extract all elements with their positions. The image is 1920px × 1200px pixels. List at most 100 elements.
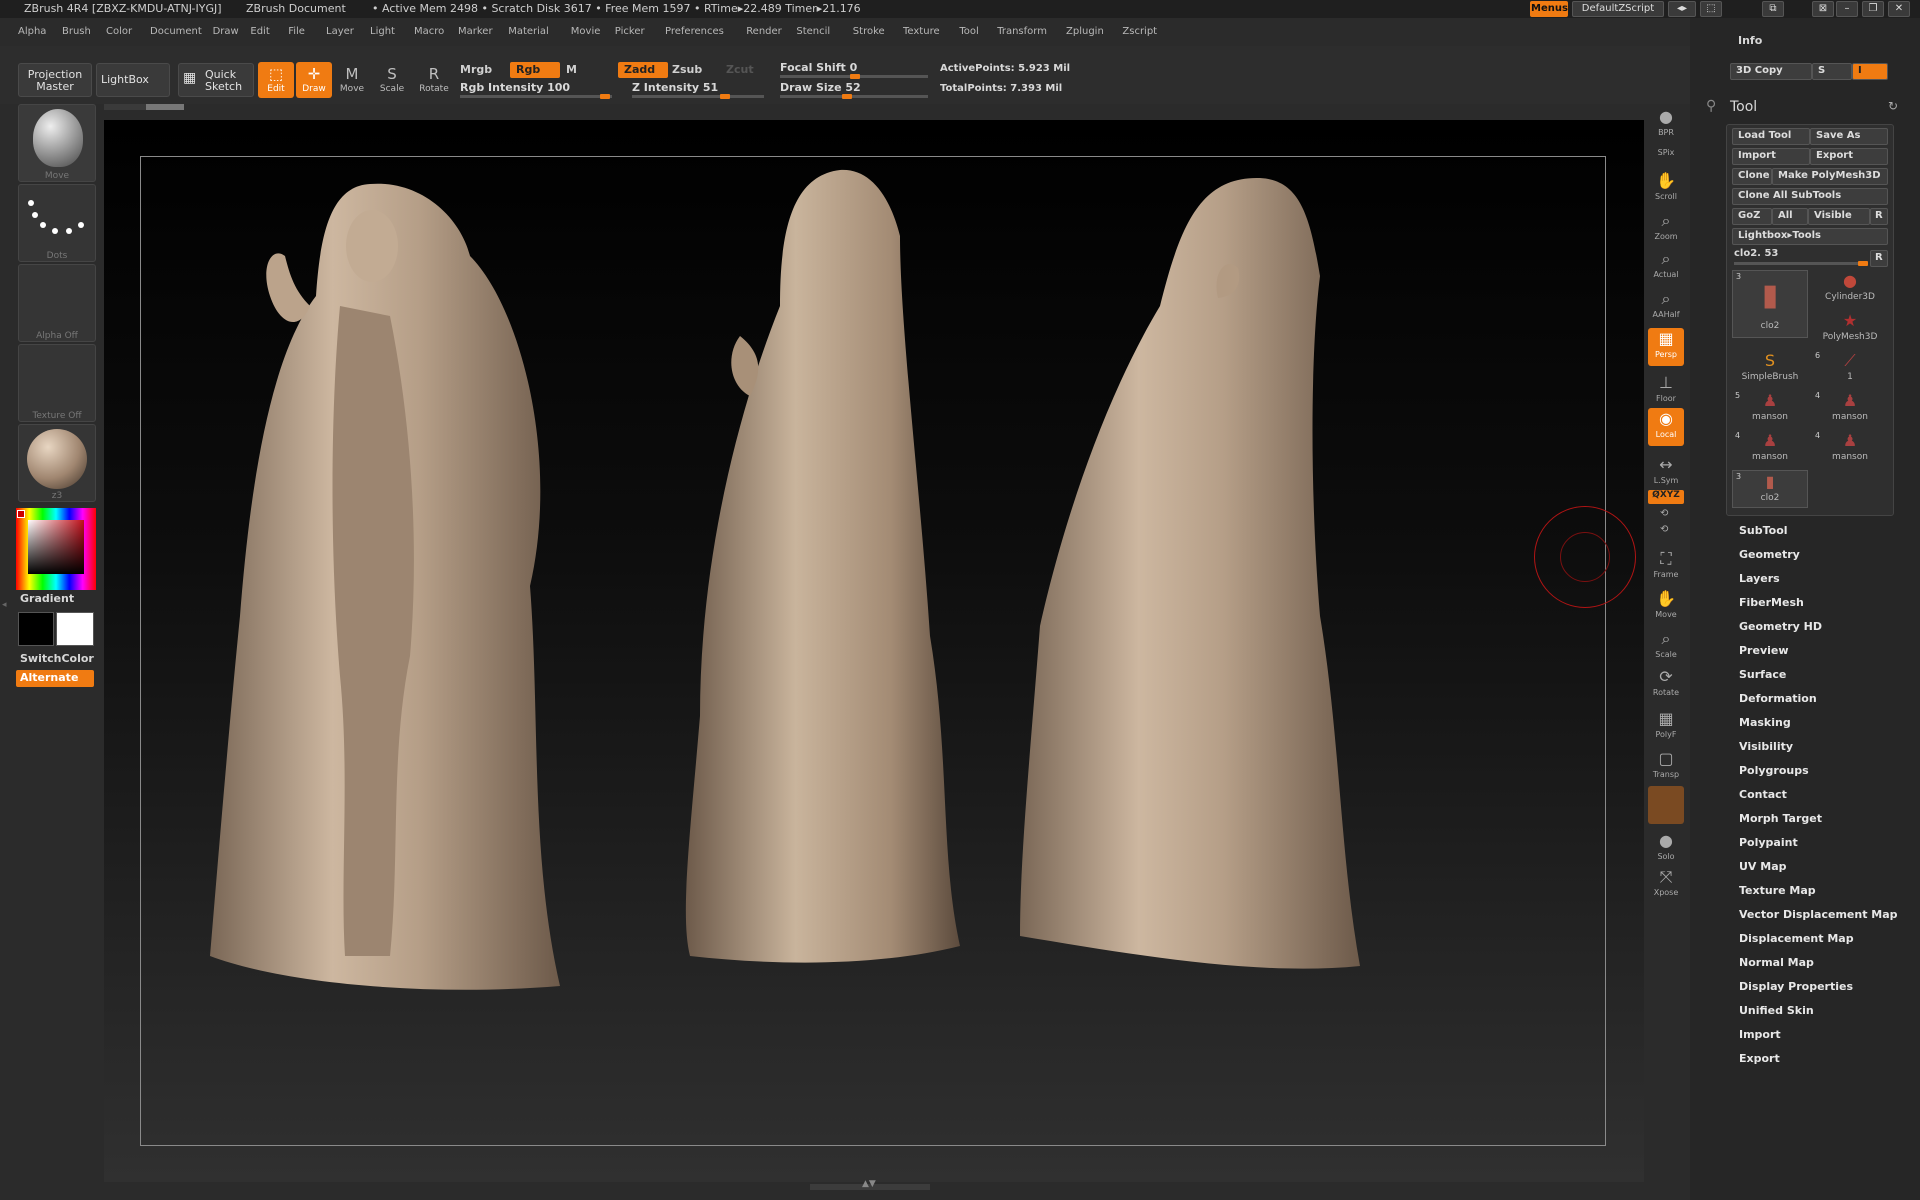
texture-thumbnail[interactable]: Texture Off <box>18 344 96 422</box>
tool-menu-normal-map[interactable]: Normal Map <box>1739 956 1814 969</box>
quick-sketch-button[interactable]: ▦ Quick Sketch <box>178 63 254 97</box>
stroke-thumbnail[interactable]: Dots <box>18 184 96 262</box>
tool-r-button[interactable]: R <box>1870 250 1888 267</box>
page-icon[interactable]: ⬚ <box>1700 1 1722 17</box>
subtool-thumbnail[interactable]: S SimpleBrush <box>1732 350 1808 388</box>
copy-3d-button[interactable]: 3D Copy <box>1730 63 1812 80</box>
default-zscript-button[interactable]: DefaultZScript <box>1572 1 1664 17</box>
tool-reset-icon[interactable]: ↻ <box>1888 99 1898 113</box>
menu-transform[interactable]: Transform <box>997 26 1047 37</box>
tool-pin-icon[interactable]: ⚲ <box>1706 98 1716 114</box>
history-back-icon[interactable]: ◂▸ <box>1668 1 1696 17</box>
menu-macro[interactable]: Macro <box>414 26 444 37</box>
clone-button[interactable]: Clone <box>1732 168 1772 185</box>
menu-brush[interactable]: Brush <box>62 26 91 37</box>
tool-menu-masking[interactable]: Masking <box>1739 716 1791 729</box>
close-icon[interactable]: ✕ <box>1888 1 1910 17</box>
tool-floor-button[interactable]: ⊥ Floor <box>1648 372 1684 410</box>
color-picker[interactable] <box>16 508 96 590</box>
tool-bpr-button[interactable]: ● BPR <box>1648 106 1684 144</box>
rgb-intensity-slider[interactable] <box>460 94 612 99</box>
clone-all-subtools-button[interactable]: Clone All SubTools <box>1732 188 1888 205</box>
main-color-swatch[interactable] <box>56 612 94 646</box>
tool-menu-contact[interactable]: Contact <box>1739 788 1787 801</box>
tool-title[interactable]: Tool <box>1730 99 1757 115</box>
menu-alpha[interactable]: Alpha <box>18 26 46 37</box>
tool-menu-fibermesh[interactable]: FiberMesh <box>1739 596 1804 609</box>
subtool-thumbnail[interactable]: 4 ♟ manson <box>1812 430 1888 468</box>
tool-menu-texture-map[interactable]: Texture Map <box>1739 884 1816 897</box>
sym-radial-icon[interactable]: ⟲ <box>1660 524 1668 535</box>
menu-render[interactable]: Render <box>746 26 782 37</box>
menu-preferences[interactable]: Preferences <box>665 26 724 37</box>
focal-shift-label[interactable]: Focal Shift 0 <box>780 61 857 74</box>
current-tool-label[interactable]: clo2. 53 <box>1734 248 1778 259</box>
edit-button[interactable]: ⬚ Edit <box>258 62 294 98</box>
subtool-thumbnail[interactable]: 4 ♟ manson <box>1812 390 1888 428</box>
i-button[interactable]: I <box>1852 63 1888 80</box>
material-thumbnail[interactable]: z3 <box>18 424 96 502</box>
bottom-tray-handle[interactable]: ▲▼ <box>810 1179 930 1190</box>
switch-color-button[interactable]: SwitchColor <box>20 652 94 665</box>
layout-icon[interactable]: ⧉ <box>1762 1 1784 17</box>
sculpt-mode-swatch[interactable] <box>1648 786 1684 824</box>
make-polymesh-button[interactable]: Make PolyMesh3D <box>1772 168 1888 185</box>
tool-menu-morph-target[interactable]: Morph Target <box>1739 812 1822 825</box>
menu-file[interactable]: File <box>288 26 305 37</box>
menu-zplugin[interactable]: Zplugin <box>1066 26 1104 37</box>
tool-menu-unified-skin[interactable]: Unified Skin <box>1739 1004 1814 1017</box>
lightbox-tools-button[interactable]: Lightbox▸Tools <box>1732 228 1888 245</box>
alternate-button[interactable]: Alternate <box>16 670 94 687</box>
projection-master-button[interactable]: Projection Master <box>18 63 92 97</box>
menu-document[interactable]: Document <box>150 26 202 37</box>
maximize-icon[interactable]: ❐ <box>1862 1 1884 17</box>
tool-menu-subtool[interactable]: SubTool <box>1739 524 1788 537</box>
tool-transp-button[interactable]: ▢ Transp <box>1648 748 1684 786</box>
menu-picker[interactable]: Picker <box>615 26 645 37</box>
tool-menu-uv-map[interactable]: UV Map <box>1739 860 1787 873</box>
z-intensity-slider[interactable] <box>632 94 764 99</box>
m-toggle[interactable]: M <box>560 62 583 78</box>
menus-button[interactable]: Menus <box>1530 1 1568 17</box>
tool-menu-visibility[interactable]: Visibility <box>1739 740 1793 753</box>
all-button[interactable]: All <box>1772 208 1808 225</box>
tool-menu-geometry[interactable]: Geometry <box>1739 548 1800 561</box>
tool-persp-button[interactable]: ▦ Persp <box>1648 328 1684 366</box>
draw-size-label[interactable]: Draw Size 52 <box>780 81 861 94</box>
tool-menu-display-properties[interactable]: Display Properties <box>1739 980 1853 993</box>
scale-mode-button[interactable]: S Scale <box>374 62 410 98</box>
export-button[interactable]: Export <box>1810 148 1888 165</box>
xyz-symmetry-toggle[interactable]: Q̸XYZ <box>1648 490 1684 504</box>
tool-menu-export[interactable]: Export <box>1739 1052 1780 1065</box>
left-tray-collapse-icon[interactable]: ◂ <box>2 600 10 614</box>
sculpt-render[interactable] <box>140 156 1606 1146</box>
tool-solo-button[interactable]: ● Solo <box>1648 830 1684 868</box>
subtool-thumbnail[interactable]: ● Cylinder3D <box>1812 270 1888 308</box>
tool-frame-button[interactable]: ⛶ Frame <box>1648 548 1684 586</box>
tool-menu-vector-displacement-map[interactable]: Vector Displacement Map <box>1739 908 1898 921</box>
tool-menu-geometry-hd[interactable]: Geometry HD <box>1739 620 1822 633</box>
lightbox-button[interactable]: LightBox <box>96 63 170 97</box>
menu-edit[interactable]: Edit <box>250 26 269 37</box>
shelf-scroll-thumb[interactable] <box>146 104 184 110</box>
move-mode-button[interactable]: M Move <box>334 62 370 98</box>
load-tool-button[interactable]: Load Tool <box>1732 128 1810 145</box>
subtool-thumbnail[interactable]: 4 ♟ manson <box>1732 430 1808 468</box>
tool-scroll-button[interactable]: ✋ Scroll <box>1648 170 1684 208</box>
subtool-thumbnail[interactable]: 5 ♟ manson <box>1732 390 1808 428</box>
subtool-thumbnail[interactable]: 3 ▮ clo2 <box>1732 270 1808 338</box>
tool-scale-button[interactable]: ⌕ Scale <box>1648 628 1684 666</box>
tool-menu-deformation[interactable]: Deformation <box>1739 692 1817 705</box>
tool-menu-polypaint[interactable]: Polypaint <box>1739 836 1798 849</box>
tool-menu-polygroups[interactable]: Polygroups <box>1739 764 1809 777</box>
menu-marker[interactable]: Marker <box>458 26 493 37</box>
gradient-label[interactable]: Gradient <box>20 592 74 605</box>
menu-draw[interactable]: Draw <box>213 26 239 37</box>
lock-icon[interactable]: ⊠ <box>1812 1 1834 17</box>
goz-r-button[interactable]: R <box>1870 208 1888 225</box>
save-as-button[interactable]: Save As <box>1810 128 1888 145</box>
rgb-toggle[interactable]: Rgb <box>510 62 560 78</box>
minimize-icon[interactable]: – <box>1836 1 1858 17</box>
brush-thumbnail[interactable]: Move <box>18 104 96 182</box>
focal-shift-slider[interactable] <box>780 74 928 79</box>
